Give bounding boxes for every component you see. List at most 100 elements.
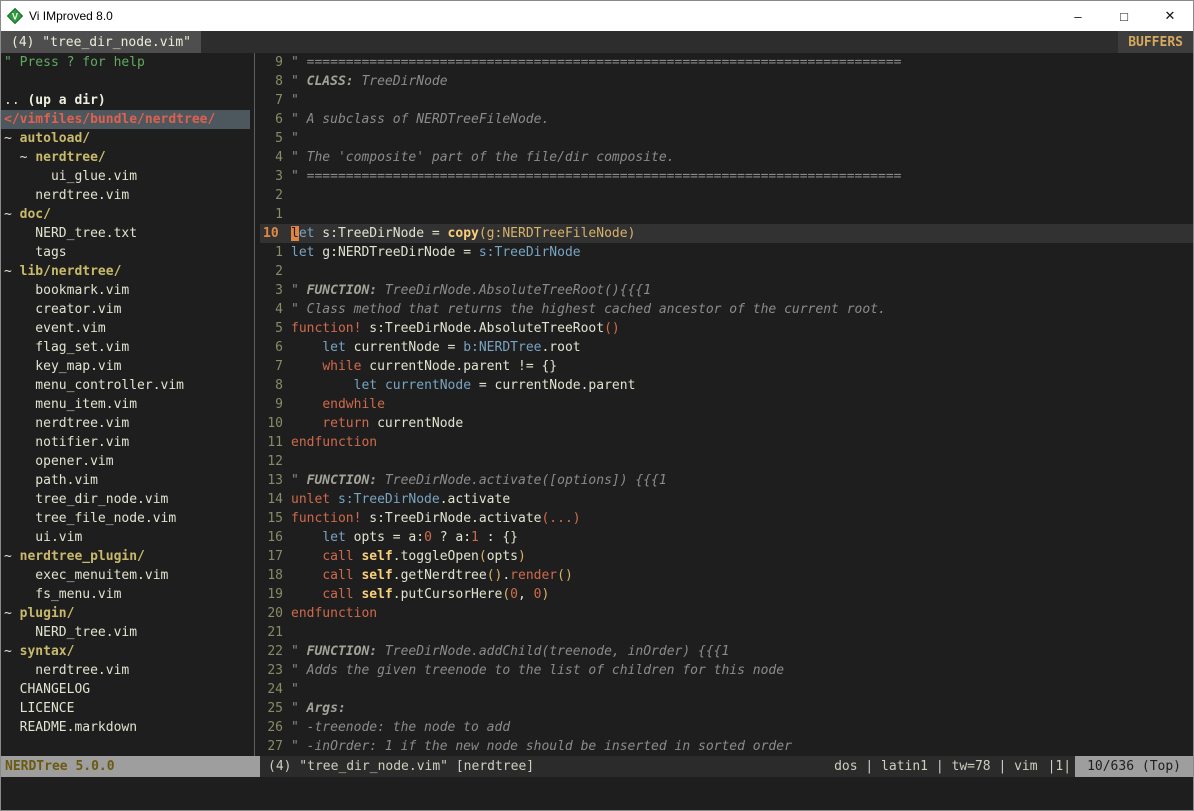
window-title: Vi IMproved 8.0 [29,9,113,23]
nerdtree-item[interactable]: ~ nerdtree_plugin/ [1,547,250,566]
nerdtree-item[interactable]: event.vim [1,319,250,338]
editor-line[interactable]: 16 let opts = a:0 ? a:1 : {} [260,528,1193,547]
nerdtree-item[interactable]: path.vim [1,471,250,490]
nerdtree-item[interactable]: fs_menu.vim [1,585,250,604]
nerdtree-item[interactable]: creator.vim [1,300,250,319]
editor-line[interactable]: 7 while currentNode.parent != {} [260,357,1193,376]
editor-line[interactable]: 3" =====================================… [260,167,1193,186]
editor-line[interactable]: 2 [260,262,1193,281]
nerdtree-item[interactable]: CHANGELOG [1,680,250,699]
editor-line[interactable]: 3" FUNCTION: TreeDirNode.AbsoluteTreeRoo… [260,281,1193,300]
nerdtree-item[interactable]: ~ doc/ [1,205,250,224]
maximize-button[interactable]: □ [1101,1,1147,31]
nerdtree-item[interactable]: ~ autoload/ [1,129,250,148]
line-number: 13 [260,471,291,490]
nerdtree-item[interactable]: notifier.vim [1,433,250,452]
active-tab[interactable]: (4) "tree_dir_node.vim" [1,31,201,53]
nerdtree-item[interactable]: flag_set.vim [1,338,250,357]
editor-line[interactable]: 26" -treenode: the node to add [260,718,1193,737]
nerdtree-item[interactable]: NERD_tree.txt [1,224,250,243]
editor-line[interactable]: 12 [260,452,1193,471]
split-separator[interactable] [250,53,260,756]
nerdtree-item[interactable]: key_map.vim [1,357,250,376]
nerdtree-pane[interactable]: " Press ? for help .. (up a dir)</vimfile… [1,53,250,756]
editor-line[interactable]: 22" FUNCTION: TreeDirNode.addChild(treen… [260,642,1193,661]
nerdtree-item[interactable]: ~ nerdtree/ [1,148,250,167]
editor-line[interactable]: 23" Adds the given treenode to the list … [260,661,1193,680]
editor-line[interactable]: 8 let currentNode = currentNode.parent [260,376,1193,395]
editor-line[interactable]: 15function! s:TreeDirNode.activate(...) [260,509,1193,528]
close-button[interactable]: ✕ [1147,1,1193,31]
nerdtree-item[interactable]: ~ syntax/ [1,642,250,661]
code-text: " FUNCTION: TreeDirNode.addChild(treenod… [291,642,1193,661]
nerdtree-item[interactable]: ~ plugin/ [1,604,250,623]
line-number: 4 [260,300,291,319]
code-text [291,623,1193,642]
nerdtree-item[interactable]: bookmark.vim [1,281,250,300]
line-number: 10 [260,224,291,243]
editor-line[interactable]: 18 call self.getNerdtree().render() [260,566,1193,585]
nerdtree-item[interactable]: .. (up a dir) [1,91,250,110]
editor-line[interactable]: 6 let currentNode = b:NERDTree.root [260,338,1193,357]
statusline-buffer-indicator: |1| [1044,756,1075,777]
code-text: " [291,680,1193,699]
nerdtree-item[interactable]: nerdtree.vim [1,414,250,433]
editor-line[interactable]: 4" The 'composite' part of the file/dir … [260,148,1193,167]
editor-line[interactable]: 24" [260,680,1193,699]
code-text: endfunction [291,604,1193,623]
nerdtree-item[interactable]: menu_controller.vim [1,376,250,395]
code-text: " Class method that returns the highest … [291,300,1193,319]
nerdtree-item[interactable]: " Press ? for help [1,53,250,72]
editor-line[interactable]: 14unlet s:TreeDirNode.activate [260,490,1193,509]
nerdtree-item[interactable]: nerdtree.vim [1,661,250,680]
editor-line[interactable]: 19 call self.putCursorHere(0, 0) [260,585,1193,604]
code-text: " ======================================… [291,167,1193,186]
minimize-button[interactable]: – [1055,1,1101,31]
nerdtree-item[interactable] [1,72,250,91]
editor-line[interactable]: 1 [260,205,1193,224]
nerdtree-item[interactable]: nerdtree.vim [1,186,250,205]
titlebar[interactable]: V Vi IMproved 8.0 – □ ✕ [1,1,1193,31]
editor-line[interactable]: 27" -inOrder: 1 if the new node should b… [260,737,1193,756]
buffers-label: BUFFERS [1118,31,1193,53]
editor-line[interactable]: 17 call self.toggleOpen(opts) [260,547,1193,566]
editor-line[interactable]: 10 return currentNode [260,414,1193,433]
code-text [291,452,1193,471]
editor-line[interactable]: 21 [260,623,1193,642]
line-number: 3 [260,281,291,300]
editor-line[interactable]: 1let g:NERDTreeDirNode = s:TreeDirNode [260,243,1193,262]
line-number: 4 [260,148,291,167]
editor-line[interactable]: 5function! s:TreeDirNode.AbsoluteTreeRoo… [260,319,1193,338]
nerdtree-item[interactable]: ui.vim [1,528,250,547]
nerdtree-root-item[interactable]: </vimfiles/bundle/nerdtree/ [1,110,250,129]
line-number: 24 [260,680,291,699]
nerdtree-item[interactable]: README.markdown [1,718,250,737]
editor-line[interactable]: 5" [260,129,1193,148]
nerdtree-item[interactable]: exec_menuitem.vim [1,566,250,585]
editor-line[interactable]: 25" Args: [260,699,1193,718]
nerdtree-item[interactable]: tree_file_node.vim [1,509,250,528]
editor-line[interactable]: 7" [260,91,1193,110]
code-text [291,186,1193,205]
nerdtree-item[interactable]: ~ lib/nerdtree/ [1,262,250,281]
nerdtree-item[interactable]: menu_item.vim [1,395,250,414]
editor-line[interactable]: 9 endwhile [260,395,1193,414]
nerdtree-item[interactable]: ui_glue.vim [1,167,250,186]
nerdtree-item[interactable]: tree_dir_node.vim [1,490,250,509]
nerdtree-item[interactable]: tags [1,243,250,262]
nerdtree-item[interactable]: LICENCE [1,699,250,718]
editor-line[interactable]: 13" FUNCTION: TreeDirNode.activate([opti… [260,471,1193,490]
editor-line[interactable]: 11endfunction [260,433,1193,452]
code-text: " Args: [291,699,1193,718]
editor-line[interactable]: 6" A subclass of NERDTreeFileNode. [260,110,1193,129]
nerdtree-item[interactable]: NERD_tree.vim [1,623,250,642]
editor-line-current[interactable]: 10let s:TreeDirNode = copy(g:NERDTreeFil… [260,224,1193,243]
editor-line[interactable]: 9" =====================================… [260,53,1193,72]
nerdtree-item[interactable]: opener.vim [1,452,250,471]
editor-line[interactable]: 8" CLASS: TreeDirNode [260,72,1193,91]
editor-line[interactable]: 4" Class method that returns the highest… [260,300,1193,319]
editor-pane[interactable]: 9" =====================================… [260,53,1193,756]
editor-line[interactable]: 2 [260,186,1193,205]
editor-line[interactable]: 20endfunction [260,604,1193,623]
statusline-flags: dos | latin1 | tw=78 | vim [828,756,1044,777]
